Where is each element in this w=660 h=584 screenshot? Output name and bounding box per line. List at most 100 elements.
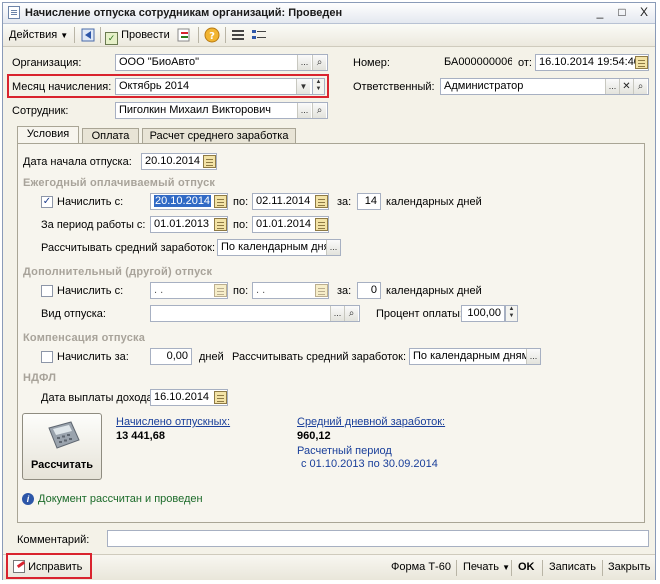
document-date-field[interactable]: 16.10.2014 19:54:40: [535, 54, 649, 71]
close-button[interactable]: Закрыть: [608, 559, 650, 575]
status-text: Документ рассчитан и проведен: [38, 493, 203, 505]
annual-avg-select-button[interactable]: ...: [326, 240, 340, 255]
number-field[interactable]: БА000000006: [440, 54, 513, 71]
period-range: с 01.10.2013 по 30.09.2014: [301, 458, 438, 470]
annual-to-label: по:: [233, 196, 249, 208]
accrued-label[interactable]: Начислено отпускных:: [116, 415, 230, 429]
list-icon[interactable]: [230, 27, 246, 43]
tab-payment[interactable]: Оплата: [82, 128, 139, 144]
save-button[interactable]: Записать: [549, 559, 596, 575]
compensation-avg-field[interactable]: По календарным дням: [409, 348, 541, 365]
svg-text:?: ?: [209, 31, 215, 42]
payout-date-value: 16.10.2014: [154, 391, 210, 403]
structure-icon[interactable]: [176, 27, 192, 43]
avg-daily-label[interactable]: Средний дневной заработок:: [297, 415, 445, 429]
search-icon[interactable]: ⌕: [312, 103, 326, 118]
calendar-icon[interactable]: [214, 284, 227, 297]
number-value: БА000000006: [444, 56, 513, 68]
calendar-icon[interactable]: [214, 195, 227, 208]
annual-from-value: 20.10.2014: [154, 195, 212, 207]
help-icon[interactable]: ?: [204, 27, 220, 43]
payment-percent-label: Процент оплаты:: [376, 308, 463, 320]
calculator-icon: [45, 420, 81, 452]
calendar-icon[interactable]: [315, 195, 328, 208]
employee-select-button[interactable]: ...: [297, 103, 311, 118]
tab-average-earnings[interactable]: Расчет среднего заработка: [142, 128, 296, 144]
leave-kind-field[interactable]: [150, 305, 360, 322]
additional-from-value: . .: [154, 284, 164, 296]
search-icon[interactable]: ⌕: [344, 306, 358, 321]
additional-accrue-label: Начислить с:: [57, 285, 124, 297]
compensation-accrue-label: Начислить за:: [57, 351, 129, 363]
compensation-days-value: 0,00: [166, 350, 188, 362]
comment-label: Комментарий:: [17, 534, 90, 546]
period-caption: Расчетный период: [297, 445, 392, 457]
search-icon[interactable]: ⌕: [633, 79, 647, 94]
payment-percent-field[interactable]: 100,00: [461, 305, 505, 322]
number-label: Номер:: [353, 57, 390, 69]
avg-daily-value: 960,12: [297, 430, 331, 442]
compensation-days-field[interactable]: 0,00: [150, 348, 192, 365]
annual-leave-section-title: Ежегодный оплачиваемый отпуск: [23, 177, 216, 189]
work-period-to-value: 01.01.2014: [256, 218, 312, 230]
calendar-icon[interactable]: [214, 218, 227, 231]
employee-label: Сотрудник:: [12, 105, 69, 117]
close-window-button[interactable]: X: [637, 6, 651, 19]
additional-leave-section-title: Дополнительный (другой) отпуск: [23, 266, 213, 278]
settings-list-icon[interactable]: [251, 27, 267, 43]
back-icon[interactable]: [80, 27, 96, 43]
leave-kind-select-button[interactable]: ...: [330, 306, 344, 321]
annual-days-field[interactable]: 14: [357, 193, 381, 210]
document-icon: [8, 6, 20, 19]
additional-days-field[interactable]: 0: [357, 282, 381, 299]
print-label: Печать: [463, 561, 500, 573]
calendar-icon[interactable]: [315, 284, 328, 297]
compensation-avg-select-button[interactable]: ...: [526, 349, 540, 364]
post-icon: ✓: [105, 32, 118, 45]
additional-accrue-checkbox[interactable]: [41, 285, 53, 297]
additional-days-label: за:: [337, 285, 352, 297]
additional-to-label: по:: [233, 285, 249, 297]
search-icon[interactable]: ⌕: [312, 55, 326, 70]
responsible-value: Администратор: [444, 80, 524, 92]
from-label: от:: [518, 57, 532, 69]
compensation-accrue-checkbox[interactable]: [41, 351, 53, 363]
start-date-value: 20.10.2014: [145, 155, 201, 167]
annual-days-value: 14: [364, 195, 377, 207]
maximize-button[interactable]: □: [615, 6, 629, 19]
annual-days-suffix: календарных дней: [386, 196, 482, 208]
compensation-section-title: Компенсация отпуска: [23, 332, 146, 344]
print-menu[interactable]: Печать ▼: [463, 559, 510, 575]
calendar-icon[interactable]: [315, 218, 328, 231]
form-t60-button[interactable]: Форма Т-60: [391, 559, 451, 575]
ok-button[interactable]: OK: [518, 559, 535, 575]
additional-days-suffix: календарных дней: [386, 285, 482, 297]
annual-accrue-checkbox[interactable]: ✓: [41, 196, 53, 208]
calendar-icon[interactable]: [203, 155, 216, 168]
window-title: Начисление отпуска сотрудникам организац…: [25, 7, 343, 19]
post-label: Провести: [121, 29, 170, 41]
post-button[interactable]: ✓ Провести: [105, 27, 170, 45]
actions-label: Действия: [9, 29, 58, 41]
payment-percent-value: 100,00: [467, 307, 501, 319]
month-highlight-frame: [7, 74, 329, 98]
actions-menu[interactable]: Действия ▼: [9, 27, 68, 43]
payment-percent-stepper[interactable]: ▲ ▼: [505, 305, 518, 322]
calendar-icon[interactable]: [214, 391, 227, 404]
fix-highlight-frame: [6, 553, 92, 579]
title-bar: Начисление отпуска сотрудникам организац…: [3, 3, 655, 24]
comment-field[interactable]: [107, 530, 649, 547]
employee-value: Пиголкин Михаил Викторович: [119, 104, 272, 116]
toolbar: Действия ▼ ✓ Провести ?: [3, 24, 655, 47]
minimize-button[interactable]: _: [593, 6, 607, 19]
organization-select-button[interactable]: ...: [297, 55, 311, 70]
annual-avg-field[interactable]: По календарным дня: [217, 239, 341, 256]
calculate-button[interactable]: Рассчитать: [22, 413, 102, 480]
responsible-select-button[interactable]: ...: [605, 79, 619, 94]
annual-accrue-label: Начислить с:: [57, 196, 124, 208]
document-window: Начисление отпуска сотрудникам организац…: [2, 2, 656, 580]
responsible-label: Ответственный:: [353, 81, 435, 93]
clear-icon[interactable]: ✕: [619, 79, 633, 94]
tab-conditions[interactable]: Условия: [17, 126, 79, 144]
calendar-icon[interactable]: [635, 56, 648, 69]
